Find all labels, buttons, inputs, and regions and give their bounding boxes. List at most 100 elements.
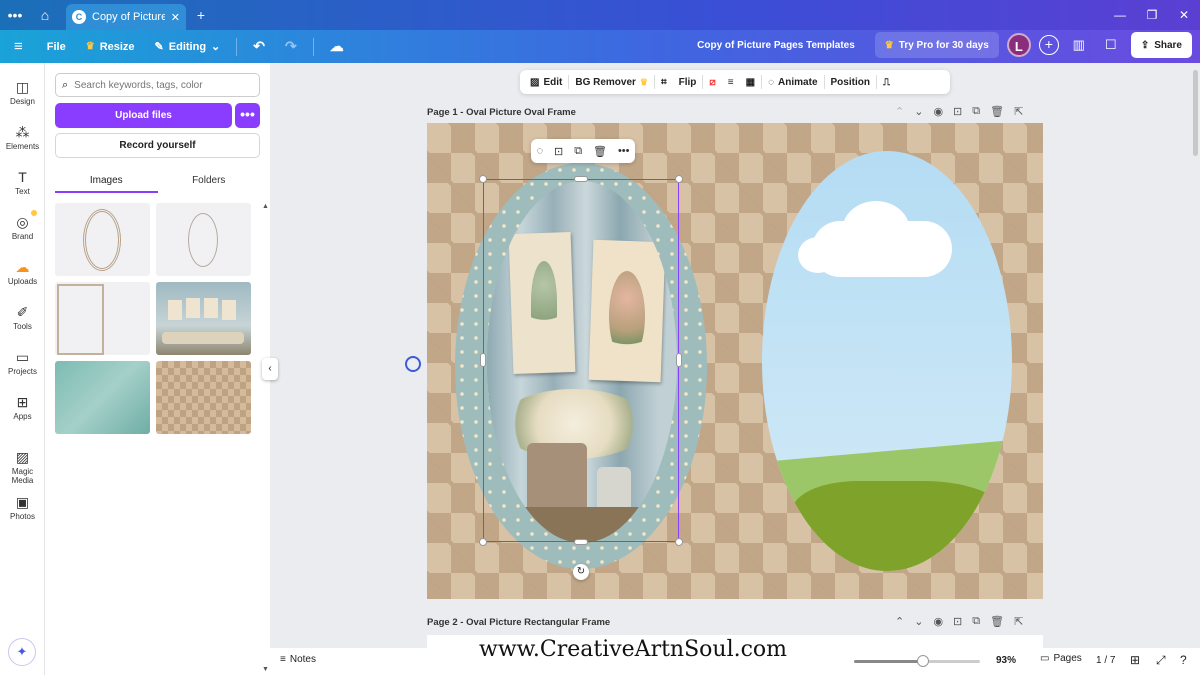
add-collaborator-icon[interactable]: + xyxy=(1038,35,1059,55)
delete-page-icon[interactable]: 🗑 xyxy=(990,615,1004,628)
insights-chart-icon[interactable]: ▥ xyxy=(1067,33,1091,57)
upload-more-button[interactable]: ••• xyxy=(235,103,260,128)
upload-thumbnail[interactable] xyxy=(156,361,251,434)
add-page-icon[interactable]: ⇱ xyxy=(1014,615,1023,628)
chevron-down-icon[interactable]: ⌄ xyxy=(914,105,923,118)
more-options-icon[interactable]: ••• xyxy=(618,145,630,157)
avatar[interactable]: L xyxy=(1006,33,1031,57)
duplicate-page-icon[interactable]: ⧉ xyxy=(972,105,980,118)
share-button[interactable]: ⇪ Share xyxy=(1130,32,1192,58)
fullscreen-icon[interactable]: ⤢ xyxy=(1156,653,1166,668)
upload-thumbnail[interactable] xyxy=(156,282,251,355)
tab-images[interactable]: Images xyxy=(55,171,158,193)
upload-thumbnail[interactable] xyxy=(55,361,150,434)
file-menu-button[interactable]: File xyxy=(37,33,76,61)
chevron-up-icon[interactable]: ⌃ xyxy=(895,105,904,118)
home-icon[interactable]: ⌂ xyxy=(30,7,60,23)
upload-files-button[interactable]: Upload files xyxy=(55,103,232,128)
editing-mode-button[interactable]: ✎ Editing ⌄ xyxy=(145,33,231,61)
crop-button[interactable]: ⌗ xyxy=(655,70,673,94)
new-tab-icon[interactable]: + xyxy=(186,7,216,23)
cloud-save-icon[interactable]: ☁ xyxy=(320,33,354,61)
zoom-slider[interactable] xyxy=(854,655,980,667)
close-window-icon[interactable]: ✕ xyxy=(1168,0,1200,30)
copy-style-button[interactable]: ⎍ xyxy=(877,70,896,94)
lock-icon[interactable]: ⊡ xyxy=(554,145,563,158)
resize-handle[interactable] xyxy=(574,176,588,182)
border-style-button[interactable]: ≡ xyxy=(722,70,740,94)
notes-button[interactable]: ≡ Notes xyxy=(280,654,316,665)
canvas-scrollbar[interactable] xyxy=(1193,70,1198,156)
undo-button[interactable]: ↶ xyxy=(243,33,275,61)
rail-item-magic-media[interactable]: ▨ Magic Media xyxy=(0,447,45,485)
sky-landscape-oval[interactable] xyxy=(762,151,1012,571)
collapse-panel-button[interactable]: ‹ xyxy=(262,358,278,380)
add-page-icon[interactable]: ⇱ xyxy=(1014,105,1023,118)
rail-item-projects[interactable]: ▭ Projects xyxy=(0,347,45,376)
lock-icon[interactable]: ⊡ xyxy=(953,615,962,628)
search-box[interactable]: ⌕ xyxy=(55,73,260,97)
transparency-button[interactable]: ▦ xyxy=(740,70,761,94)
search-input[interactable] xyxy=(74,79,245,91)
zoom-value[interactable]: 93% xyxy=(996,655,1016,666)
tab-folders[interactable]: Folders xyxy=(158,171,261,193)
resize-handle[interactable] xyxy=(676,353,682,367)
close-tab-icon[interactable]: ✕ xyxy=(171,11,180,24)
upload-thumbnail[interactable] xyxy=(55,203,150,276)
record-yourself-button[interactable]: Record yourself xyxy=(55,133,260,158)
rotate-handle-icon[interactable]: ↻ xyxy=(573,564,589,580)
hamburger-menu-icon[interactable]: ≡ xyxy=(0,33,37,61)
design-page[interactable]: ◌ ⊡ ⧉ 🗑 ••• ↻ xyxy=(427,123,1043,599)
browser-tab[interactable]: C Copy of Picture Pa... ✕ xyxy=(66,4,186,30)
rail-item-elements[interactable]: ⁂ Elements xyxy=(0,122,45,151)
edit-button[interactable]: ▨ Edit xyxy=(524,70,568,94)
rail-item-text[interactable]: T Text xyxy=(0,167,45,196)
grid-view-icon[interactable]: ⊞ xyxy=(1130,653,1140,667)
chevron-up-icon[interactable]: ⌃ xyxy=(895,615,904,628)
resize-button[interactable]: ♛ Resize xyxy=(76,33,145,61)
help-icon[interactable]: ? xyxy=(1180,653,1187,667)
zoom-slider-handle[interactable] xyxy=(917,655,930,667)
hide-page-icon[interactable]: ◉ xyxy=(933,105,943,118)
comments-icon[interactable]: ☐ xyxy=(1099,33,1123,57)
try-pro-button[interactable]: ♛ Try Pro for 30 days xyxy=(874,32,999,58)
resize-handle[interactable] xyxy=(574,539,588,545)
resize-handle[interactable] xyxy=(675,538,683,546)
animate-button[interactable]: ◌ Animate xyxy=(762,70,823,94)
delete-icon[interactable]: 🗑 xyxy=(593,145,607,158)
document-title[interactable]: Copy of Picture Pages Templates xyxy=(697,40,855,51)
rail-item-brand[interactable]: ◎ Brand xyxy=(0,210,45,241)
maximize-icon[interactable]: ❐ xyxy=(1136,0,1168,30)
rail-item-tools[interactable]: ✐ Tools xyxy=(0,302,45,331)
bg-remover-button[interactable]: BG Remover ♛ xyxy=(569,70,654,94)
duplicate-page-icon[interactable]: ⧉ xyxy=(972,615,980,628)
lock-icon[interactable]: ⊡ xyxy=(953,105,962,118)
browser-menu-icon[interactable]: ••• xyxy=(0,7,30,23)
scroll-up-icon[interactable]: ▲ xyxy=(262,203,269,210)
comment-add-icon[interactable]: ◌ xyxy=(536,145,543,157)
duplicate-icon[interactable]: ⧉ xyxy=(574,145,582,158)
hide-page-icon[interactable]: ◉ xyxy=(933,615,943,628)
rail-item-apps[interactable]: ⊞ Apps xyxy=(0,392,45,421)
position-button[interactable]: Position xyxy=(825,70,876,94)
redo-button[interactable]: ↷ xyxy=(275,33,307,61)
resize-handle[interactable] xyxy=(479,175,487,183)
chevron-down-icon[interactable]: ⌄ xyxy=(914,615,923,628)
page-title[interactable]: Page 2 - Oval Picture Rectangular Frame xyxy=(427,617,610,628)
upload-thumbnail[interactable] xyxy=(55,282,150,355)
rail-item-design[interactable]: ◫ Design xyxy=(0,77,45,106)
rail-item-photos[interactable]: ▣ Photos xyxy=(0,492,45,521)
resize-handle[interactable] xyxy=(480,353,486,367)
magic-assistant-icon[interactable]: ✦ xyxy=(8,638,36,666)
flip-button[interactable]: Flip xyxy=(673,70,703,94)
delete-page-icon[interactable]: 🗑 xyxy=(990,105,1004,118)
resize-handle[interactable] xyxy=(675,175,683,183)
selection-box[interactable] xyxy=(483,179,679,542)
pages-button[interactable]: ▭ Pages xyxy=(1040,653,1082,664)
minimize-icon[interactable]: — xyxy=(1104,0,1136,30)
upload-thumbnail[interactable] xyxy=(156,203,251,276)
page-title[interactable]: Page 1 - Oval Picture Oval Frame xyxy=(427,107,576,118)
resize-handle[interactable] xyxy=(479,538,487,546)
border-color-button[interactable]: ⧄ xyxy=(703,70,721,94)
scroll-down-icon[interactable]: ▼ xyxy=(262,666,269,673)
